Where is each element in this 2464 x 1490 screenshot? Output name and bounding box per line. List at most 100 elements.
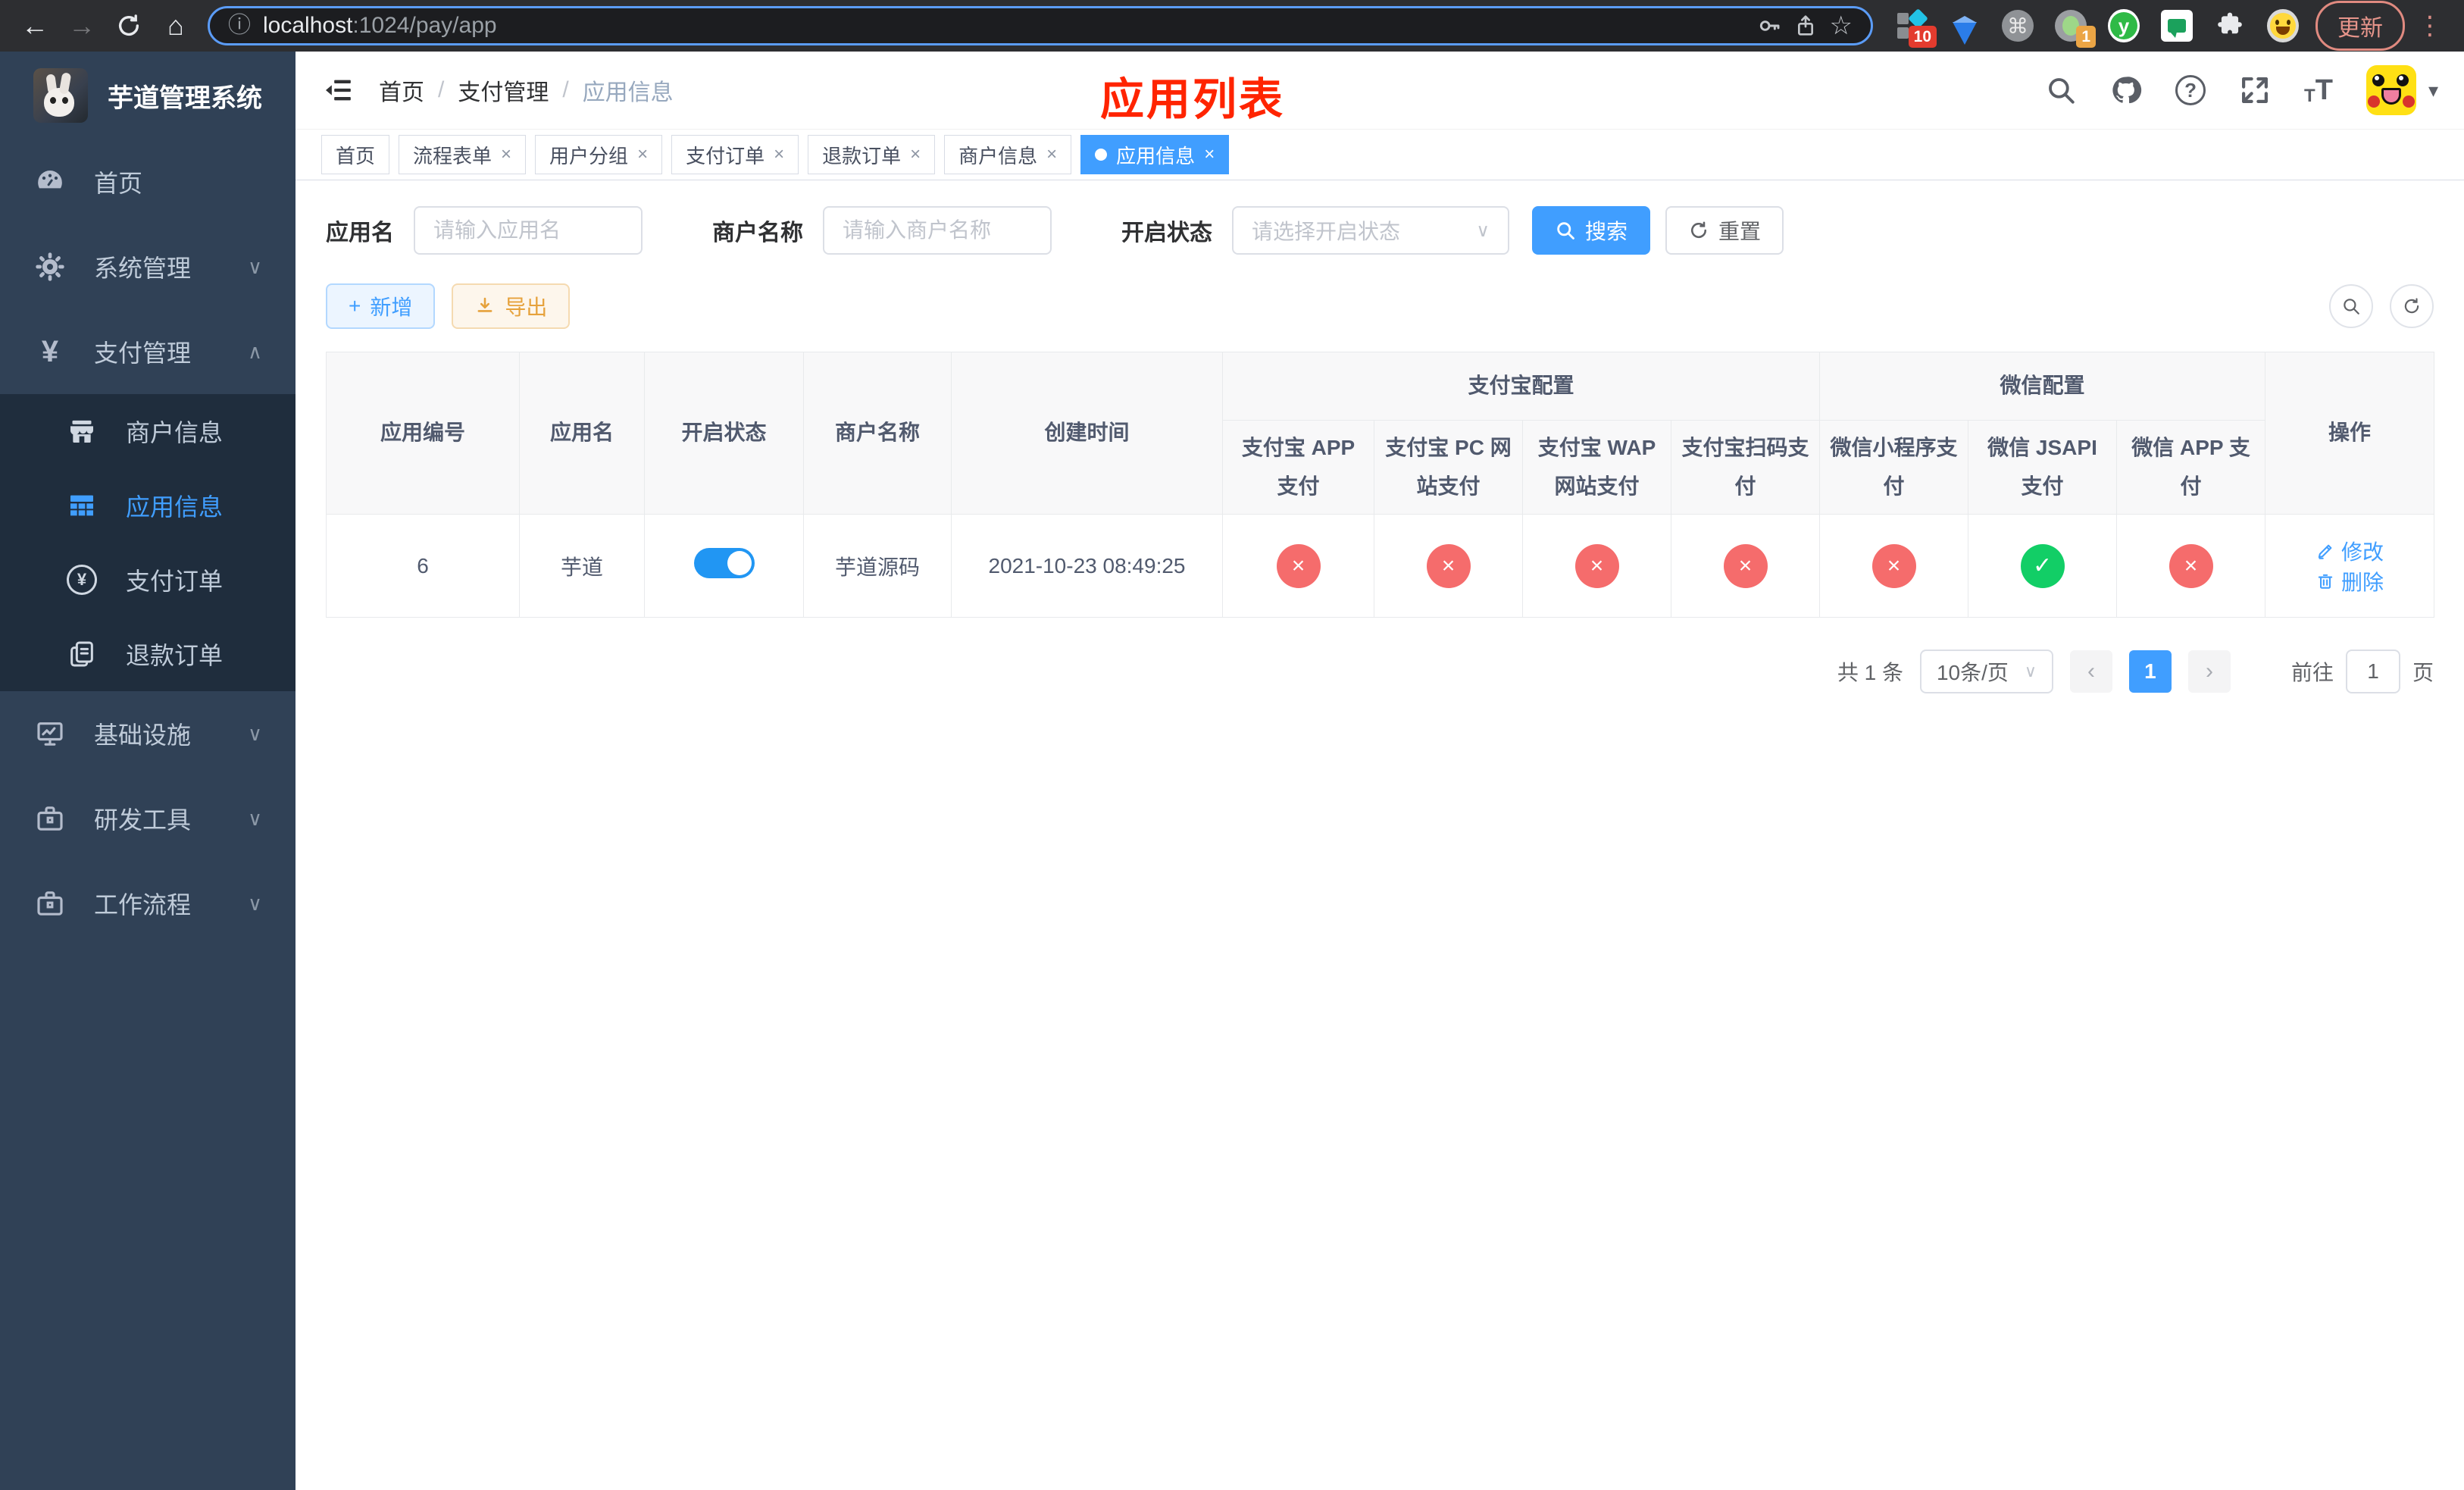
tab-merchant-info[interactable]: 商户信息 × — [944, 135, 1072, 174]
sidebar-item-infrastructure[interactable]: 基础设施 ∨ — [0, 691, 295, 776]
cell-created: 2021-10-23 08:49:25 — [951, 514, 1223, 618]
app-name-input[interactable] — [414, 206, 643, 255]
monitor-chart-icon — [33, 717, 67, 750]
edit-link[interactable]: 修改 — [2315, 536, 2384, 566]
refresh-button[interactable] — [2390, 284, 2434, 328]
extension-command-icon[interactable]: ⌘ — [2002, 10, 2034, 42]
add-button[interactable]: + 新增 — [326, 283, 436, 329]
sidebar-item-label: 商户信息 — [126, 419, 224, 446]
sidebar-item-label: 退款订单 — [126, 642, 224, 669]
extension-y-icon[interactable]: y — [2108, 9, 2140, 42]
sidebar-item-home[interactable]: 首页 — [0, 139, 295, 224]
delete-link[interactable]: 删除 — [2315, 566, 2384, 596]
sidebar-item-dev-tools[interactable]: 研发工具 ∨ — [0, 776, 295, 861]
merchant-name-input[interactable] — [823, 206, 1052, 255]
chevron-down-icon: ∨ — [2024, 662, 2037, 681]
extension-emoji-icon[interactable] — [2267, 9, 2299, 42]
browser-home-icon[interactable]: ⌂ — [155, 5, 197, 47]
bookmark-star-icon[interactable]: ☆ — [1830, 11, 1853, 41]
help-icon[interactable]: ? — [2175, 75, 2206, 105]
sidebar-item-system[interactable]: 系统管理 ∨ — [0, 224, 295, 309]
browser-menu-icon[interactable]: ⋮ — [2409, 13, 2450, 39]
sidebar-item-merchant-info[interactable]: 商户信息 — [0, 394, 295, 468]
fullscreen-icon[interactable] — [2239, 74, 2271, 106]
extension-gem-icon[interactable] — [1949, 10, 1981, 45]
prev-page-button[interactable]: ‹ — [2069, 650, 2112, 693]
sidebar-item-label: 研发工具 — [94, 806, 192, 834]
address-bar[interactable]: ⓘ localhost:1024/pay/app ☆ — [208, 6, 1873, 45]
status-alipay-qr-pay: × — [1723, 543, 1768, 588]
document-icon — [65, 637, 98, 671]
page-size-select[interactable]: 10条/页 ∨ — [1919, 650, 2053, 693]
extensions-puzzle-icon[interactable] — [2214, 10, 2246, 42]
goto-page: 前往 页 — [2291, 650, 2434, 693]
caret-down-icon: ▾ — [2428, 78, 2438, 102]
briefcase-icon — [33, 887, 67, 920]
tab-refund-order[interactable]: 退款订单 × — [808, 135, 936, 174]
sidebar-item-payment[interactable]: ¥ 支付管理 ∧ — [0, 309, 295, 394]
sidebar-item-workflow[interactable]: 工作流程 ∨ — [0, 861, 295, 946]
extension-camera-icon[interactable]: 1 — [2055, 10, 2096, 48]
dashboard-icon — [33, 165, 67, 199]
sidebar-logo: 芋道管理系统 — [0, 52, 295, 139]
chevron-down-icon: ∨ — [247, 722, 262, 745]
tab-pay-order[interactable]: 支付订单 × — [671, 135, 799, 174]
total-count: 共 1 条 — [1837, 661, 1903, 684]
sidebar-item-refund-order[interactable]: 退款订单 — [0, 617, 295, 691]
table-tools — [2329, 284, 2434, 328]
browser-forward-icon[interactable]: → — [61, 5, 103, 47]
browser-back-icon[interactable]: ← — [14, 5, 56, 47]
sidebar-item-label: 应用信息 — [126, 493, 224, 521]
breadcrumb-payment[interactable]: 支付管理 — [458, 74, 549, 107]
sidebar-item-pay-order[interactable]: ¥ 支付订单 — [0, 543, 295, 617]
reset-button[interactable]: 重置 — [1665, 206, 1784, 255]
next-page-button[interactable]: › — [2187, 650, 2231, 693]
col-header-wx-app: 微信 APP 支付 — [2116, 420, 2266, 515]
header-search-icon[interactable] — [2045, 74, 2077, 106]
navbar-actions: ? TT ▾ — [2045, 65, 2438, 115]
tab-process-form[interactable]: 流程表单 × — [399, 135, 527, 174]
breadcrumb-home[interactable]: 首页 — [379, 74, 424, 107]
col-header-app-name: 应用名 — [519, 352, 645, 515]
site-info-icon[interactable]: ⓘ — [228, 14, 251, 37]
sidebar-fold-icon[interactable] — [321, 73, 356, 108]
user-avatar-menu[interactable]: ▾ — [2366, 65, 2438, 115]
cell-wx-jsapi: ✓ — [1968, 514, 2118, 618]
goto-page-input[interactable] — [2345, 650, 2400, 693]
close-icon[interactable]: × — [774, 144, 784, 165]
browser-update-button[interactable]: 更新 — [2315, 1, 2405, 51]
close-icon[interactable]: × — [637, 144, 648, 165]
tab-user-group[interactable]: 用户分组 × — [535, 135, 663, 174]
cell-alipay-pc: × — [1374, 514, 1523, 618]
status-select[interactable]: 请选择开启状态 ∨ — [1232, 206, 1509, 255]
chevron-down-icon: ∨ — [247, 891, 262, 915]
extension-grid-icon[interactable]: 10 — [1896, 8, 1937, 48]
github-icon[interactable] — [2110, 74, 2142, 106]
share-icon[interactable] — [1793, 14, 1818, 38]
show-search-button[interactable] — [2329, 284, 2373, 328]
cell-app-name: 芋道 — [519, 514, 645, 618]
col-header-created: 创建时间 — [951, 352, 1223, 515]
extension-badge: 10 — [1908, 26, 1937, 48]
extension-badge: 1 — [2076, 26, 2096, 48]
browser-reload-icon[interactable] — [108, 5, 150, 47]
page-content: 应用名 商户名称 开启状态 请选择开启状态 ∨ 搜索 重置 — [295, 180, 2464, 719]
export-button[interactable]: 导出 — [452, 283, 571, 329]
search-button[interactable]: 搜索 — [1532, 206, 1651, 255]
sidebar-item-label: 支付订单 — [126, 568, 224, 595]
yen-circle-icon: ¥ — [65, 563, 98, 596]
close-icon[interactable]: × — [501, 144, 511, 165]
font-size-icon[interactable]: TT — [2304, 74, 2333, 107]
close-icon[interactable]: × — [910, 144, 921, 165]
close-icon[interactable]: × — [1204, 144, 1215, 165]
page-title-annotation: 应用列表 — [1100, 75, 1286, 124]
extension-chat-icon[interactable] — [2161, 10, 2193, 42]
status-toggle[interactable] — [693, 548, 755, 578]
close-icon[interactable]: × — [1046, 144, 1057, 165]
sidebar-item-app-info[interactable]: 应用信息 — [0, 468, 295, 543]
tab-app-info[interactable]: 应用信息 × — [1080, 135, 1230, 174]
password-key-icon[interactable] — [1757, 14, 1781, 38]
col-header-alipay-app: 支付宝 APP 支付 — [1222, 420, 1374, 515]
tab-home[interactable]: 首页 — [321, 135, 390, 174]
page-number-1[interactable]: 1 — [2128, 650, 2172, 693]
